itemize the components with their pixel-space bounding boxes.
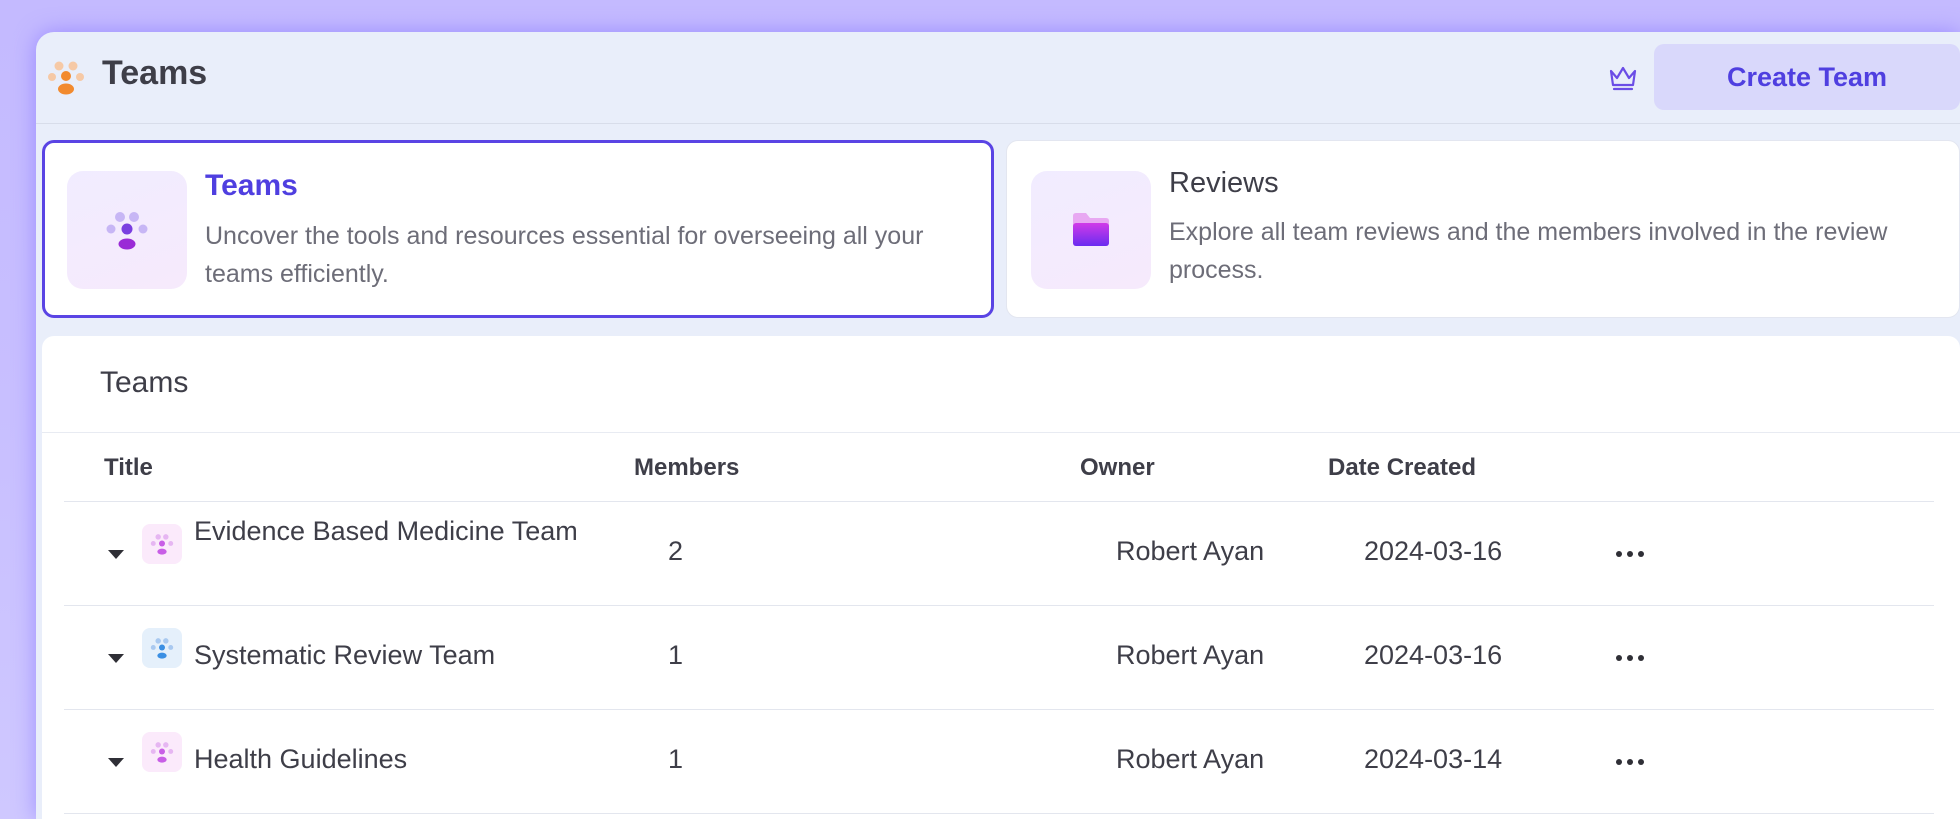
table-row[interactable]: Health Guidelines 1 Robert Ayan 2024-03-… [64, 710, 1934, 814]
team-icon [106, 212, 148, 250]
table-row[interactable]: Systematic Review Team 1 Robert Ayan 202… [64, 606, 1934, 710]
team-icon [142, 732, 182, 772]
team-title[interactable]: Health Guidelines [194, 740, 584, 778]
more-options-icon[interactable] [1616, 648, 1650, 668]
reviews-card-description: Explore all team reviews and the members… [1169, 218, 1888, 284]
teams-card-title: Teams [205, 169, 298, 202]
expand-caret-icon[interactable] [108, 550, 124, 559]
page-title: Teams [102, 54, 208, 92]
reviews-card[interactable]: Reviews Explore all team reviews and the… [1006, 140, 1960, 318]
teams-card-description: Uncover the tools and resources essentia… [205, 222, 924, 288]
table-title: Teams [100, 366, 189, 399]
more-options-icon[interactable] [1616, 752, 1650, 772]
expand-caret-icon[interactable] [108, 758, 124, 767]
create-team-button[interactable]: Create Team [1654, 44, 1960, 110]
team-icon [142, 524, 182, 564]
team-logo-icon [48, 61, 84, 95]
expand-caret-icon[interactable] [108, 654, 124, 663]
team-title[interactable]: Evidence Based Medicine Team [194, 512, 584, 550]
team-owner: Robert Ayan [1116, 640, 1265, 670]
team-members-count: 2 [668, 536, 684, 566]
teams-card[interactable]: Teams Uncover the tools and resources es… [42, 140, 994, 318]
app-window: Teams Create Team Teams Uncover the tool… [36, 32, 1960, 819]
team-date-created: 2024-03-14 [1364, 744, 1503, 774]
table-row[interactable]: Evidence Based Medicine Team 2 Robert Ay… [64, 502, 1934, 606]
reviews-card-title: Reviews [1169, 167, 1279, 199]
team-title[interactable]: Systematic Review Team [194, 636, 584, 674]
team-owner: Robert Ayan [1116, 536, 1265, 566]
column-header-title[interactable]: Title [104, 454, 153, 482]
teams-card-icon-box [67, 171, 187, 289]
more-options-icon[interactable] [1616, 544, 1650, 564]
team-owner: Robert Ayan [1116, 744, 1265, 774]
team-date-created: 2024-03-16 [1364, 640, 1503, 670]
folder-icon [1073, 213, 1109, 246]
crown-icon[interactable] [1606, 60, 1640, 94]
column-header-members[interactable]: Members [634, 454, 739, 482]
divider [42, 432, 1960, 433]
page-header: Teams Create Team [36, 32, 1960, 124]
reviews-card-icon-box [1031, 171, 1151, 289]
column-header-owner[interactable]: Owner [1080, 454, 1155, 482]
teams-table-panel: Teams Title Members Owner Date Created E… [42, 336, 1960, 819]
team-members-count: 1 [668, 744, 684, 774]
column-header-date-created[interactable]: Date Created [1328, 454, 1476, 482]
team-members-count: 1 [668, 640, 684, 670]
team-date-created: 2024-03-16 [1364, 536, 1503, 566]
team-icon [142, 628, 182, 668]
